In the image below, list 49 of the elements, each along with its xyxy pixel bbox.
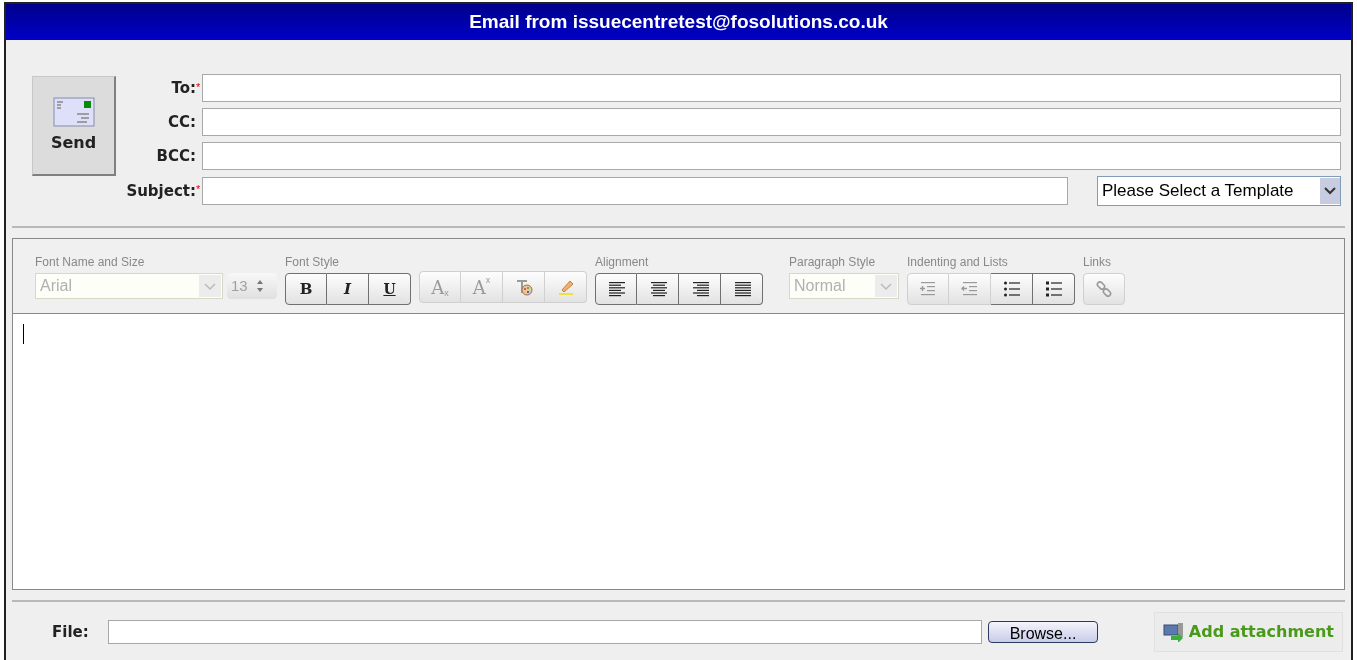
numbering-button[interactable] (1033, 273, 1075, 305)
spinner-arrows-icon (255, 278, 264, 294)
toolbar-group-label: Links (1083, 254, 1112, 271)
field-label: Subject: (125, 180, 196, 202)
text-field[interactable] (202, 74, 1341, 102)
link-icon (1095, 280, 1113, 298)
text-cursor (23, 324, 24, 344)
file-label: File: (52, 621, 90, 643)
text-field[interactable] (202, 108, 1341, 136)
bullets-button[interactable] (991, 273, 1033, 305)
field-label: CC: (167, 111, 196, 133)
highlighter-icon (556, 278, 575, 296)
toolbar-group-label: Font Style (285, 254, 341, 271)
italic-button[interactable]: I (327, 273, 369, 305)
align-left-button[interactable] (595, 273, 637, 305)
envelope-icon (52, 96, 95, 127)
align-right-icon (690, 281, 709, 297)
numbered-list-icon (1044, 281, 1063, 297)
justify-button[interactable] (721, 273, 763, 305)
indent-icon (919, 281, 937, 297)
template-select[interactable]: Please Select a Template (1097, 176, 1341, 206)
field-label: To: (170, 77, 196, 99)
toolbar-group-label: Indenting and Lists (907, 254, 1009, 271)
caret-icon (199, 275, 221, 297)
field-label: BCC: (155, 145, 196, 167)
computer-arrow-icon (1162, 622, 1185, 642)
bullet-list-icon (1002, 281, 1021, 297)
align-center-icon (648, 281, 667, 297)
toolbar-group-label: Paragraph Style (789, 254, 877, 271)
outdent-icon (960, 281, 979, 297)
toolbar-group-label: Font Name and Size (35, 254, 146, 271)
bold-button[interactable]: B (285, 273, 327, 305)
palette-icon (514, 278, 533, 296)
toolbar-group-label: Alignment (595, 254, 650, 271)
text-field[interactable] (202, 142, 1341, 170)
browse-button[interactable]: Browse... (988, 621, 1098, 643)
underline-button[interactable]: U (369, 273, 411, 305)
text-field[interactable] (202, 177, 1068, 205)
align-center-button[interactable] (637, 273, 679, 305)
send-button[interactable]: Send (32, 76, 116, 176)
window-title: Email from issuecentretest@fosolutions.co.uk (469, 9, 888, 34)
justify-icon (732, 281, 751, 297)
file-path-field[interactable] (108, 620, 982, 644)
required-asterisk: * (196, 183, 201, 195)
align-right-button[interactable] (679, 273, 721, 305)
caret-icon (1320, 178, 1340, 204)
align-left-icon (607, 281, 625, 297)
caret-icon (875, 275, 897, 297)
required-asterisk: * (196, 81, 201, 93)
